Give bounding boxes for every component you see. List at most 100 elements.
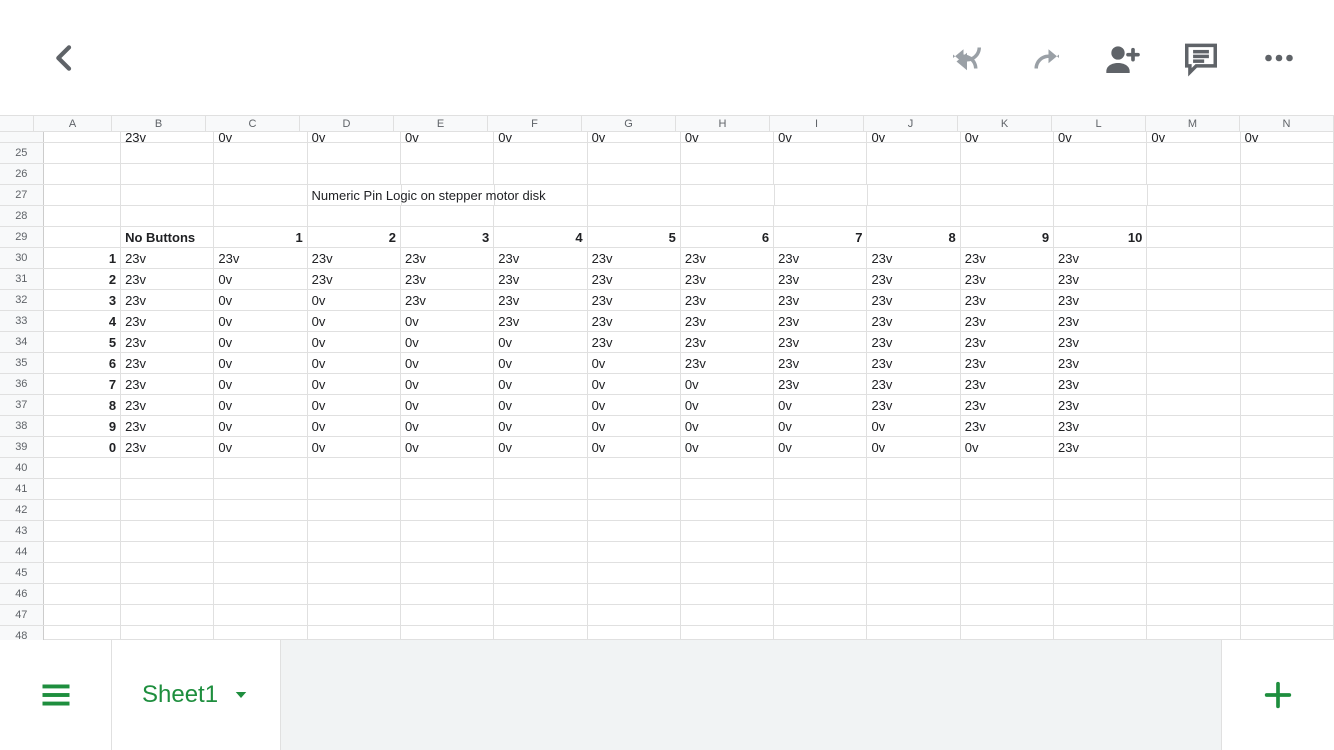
cell[interactable]: [1241, 269, 1334, 289]
row-header[interactable]: 34: [0, 332, 44, 352]
cell[interactable]: 10: [1054, 227, 1147, 247]
cell[interactable]: 0v: [494, 416, 587, 436]
cell[interactable]: [961, 521, 1054, 541]
cell[interactable]: [774, 500, 867, 520]
cell[interactable]: 0v: [214, 416, 307, 436]
cell[interactable]: [44, 605, 121, 625]
cell[interactable]: [867, 479, 960, 499]
cell[interactable]: [681, 626, 774, 640]
row-header[interactable]: 46: [0, 584, 44, 604]
cell[interactable]: [1147, 584, 1240, 604]
cell[interactable]: 0v: [214, 395, 307, 415]
row-header[interactable]: 26: [0, 164, 44, 184]
cell[interactable]: [681, 164, 774, 184]
cell[interactable]: [961, 563, 1054, 583]
row-header[interactable]: 42: [0, 500, 44, 520]
cell[interactable]: [214, 563, 307, 583]
cell[interactable]: 5: [588, 227, 681, 247]
cell[interactable]: [494, 542, 587, 562]
cell[interactable]: [961, 500, 1054, 520]
column-header-H[interactable]: H: [676, 116, 770, 131]
row-header[interactable]: 40: [0, 458, 44, 478]
cell[interactable]: [401, 521, 494, 541]
cell[interactable]: [494, 521, 587, 541]
cell[interactable]: 0v: [1241, 132, 1334, 142]
column-header-B[interactable]: B: [112, 116, 206, 131]
cell[interactable]: 2: [308, 227, 401, 247]
cell[interactable]: 0v: [1147, 132, 1240, 142]
cell[interactable]: 23v: [681, 248, 774, 268]
cell[interactable]: [588, 626, 681, 640]
cell[interactable]: [774, 563, 867, 583]
cell[interactable]: [961, 206, 1054, 226]
cell[interactable]: [588, 605, 681, 625]
cell[interactable]: [214, 584, 307, 604]
cell[interactable]: [1054, 521, 1147, 541]
cell[interactable]: 23v: [1054, 332, 1147, 352]
cell[interactable]: 0v: [774, 132, 867, 142]
cell[interactable]: 23v: [1054, 290, 1147, 310]
cell[interactable]: [44, 563, 121, 583]
cell[interactable]: [401, 143, 494, 163]
cell[interactable]: [494, 206, 587, 226]
cell[interactable]: 0v: [401, 374, 494, 394]
cell[interactable]: [44, 479, 121, 499]
cell[interactable]: [1241, 605, 1334, 625]
cell[interactable]: 3: [44, 290, 121, 310]
cell[interactable]: [1241, 584, 1334, 604]
cell[interactable]: [681, 458, 774, 478]
cell[interactable]: 0v: [494, 374, 587, 394]
cell[interactable]: [121, 458, 214, 478]
cell[interactable]: 0v: [494, 395, 587, 415]
cell[interactable]: [121, 521, 214, 541]
cell[interactable]: 23v: [121, 132, 214, 142]
row-header[interactable]: 39: [0, 437, 44, 457]
cell[interactable]: [214, 479, 307, 499]
cell[interactable]: [774, 521, 867, 541]
cell[interactable]: [961, 458, 1054, 478]
cell[interactable]: 23v: [867, 290, 960, 310]
cell[interactable]: [1147, 563, 1240, 583]
cell[interactable]: 23v: [494, 311, 587, 331]
cell[interactable]: [1241, 563, 1334, 583]
cell[interactable]: 23v: [867, 395, 960, 415]
cell[interactable]: [588, 164, 681, 184]
cell[interactable]: 0v: [214, 353, 307, 373]
cell[interactable]: 6: [44, 353, 121, 373]
cell[interactable]: Numeric Pin Logic on stepper motor disk: [308, 185, 402, 205]
cell[interactable]: 0v: [588, 395, 681, 415]
cell[interactable]: [214, 185, 307, 205]
cell[interactable]: [1147, 311, 1240, 331]
cell[interactable]: [588, 185, 681, 205]
column-header-K[interactable]: K: [958, 116, 1052, 131]
cell[interactable]: 23v: [1054, 248, 1147, 268]
cell[interactable]: [1147, 227, 1240, 247]
cell[interactable]: [1241, 374, 1334, 394]
cell[interactable]: [681, 500, 774, 520]
cell[interactable]: 23v: [121, 416, 214, 436]
column-header-F[interactable]: F: [488, 116, 582, 131]
cell[interactable]: 23v: [401, 248, 494, 268]
column-header-M[interactable]: M: [1146, 116, 1240, 131]
cell[interactable]: [121, 143, 214, 163]
cell[interactable]: [44, 132, 121, 142]
cell[interactable]: 23v: [867, 374, 960, 394]
cell[interactable]: [308, 458, 401, 478]
cell[interactable]: 23v: [121, 437, 214, 457]
cell[interactable]: 8: [867, 227, 960, 247]
add-sheet-button[interactable]: [1222, 640, 1334, 750]
cell[interactable]: [1054, 563, 1147, 583]
cell[interactable]: [214, 500, 307, 520]
cell[interactable]: 23v: [774, 353, 867, 373]
cell[interactable]: 0v: [588, 132, 681, 142]
cell[interactable]: 23v: [494, 290, 587, 310]
cell[interactable]: [494, 164, 587, 184]
cell[interactable]: [1241, 332, 1334, 352]
cell[interactable]: [214, 143, 307, 163]
cell[interactable]: [1054, 164, 1147, 184]
cell[interactable]: 0v: [588, 353, 681, 373]
cell[interactable]: 23v: [401, 290, 494, 310]
cell[interactable]: [1241, 353, 1334, 373]
cell[interactable]: 23v: [588, 290, 681, 310]
column-header-I[interactable]: I: [770, 116, 864, 131]
